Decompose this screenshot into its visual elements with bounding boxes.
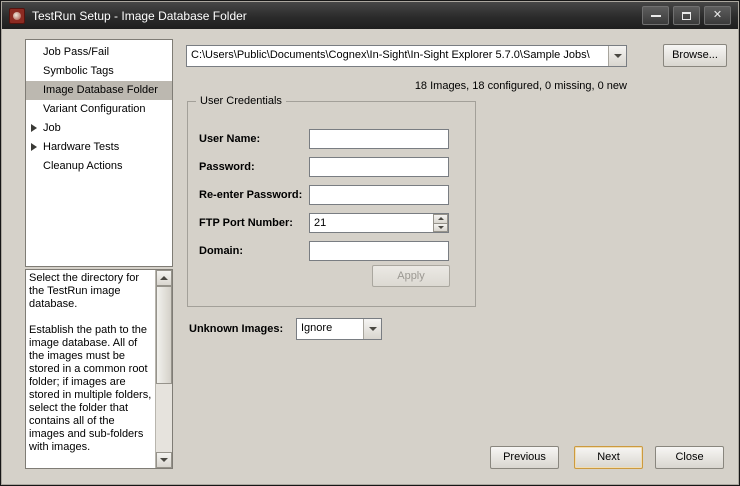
unknown-images-dropdown-button[interactable] — [363, 319, 381, 339]
nav-item-variant-configuration[interactable]: Variant Configuration — [26, 100, 172, 119]
minimize-button[interactable] — [642, 6, 669, 25]
reenter-password-input[interactable] — [309, 185, 449, 205]
scroll-up-button[interactable] — [156, 270, 172, 286]
user-name-row: User Name: — [199, 129, 467, 149]
description-scrollbar[interactable] — [155, 270, 172, 468]
nav-item-label: Job — [43, 122, 61, 134]
browse-button[interactable]: Browse... — [663, 44, 727, 67]
path-dropdown-button[interactable] — [608, 46, 626, 66]
password-label: Password: — [199, 157, 255, 177]
scroll-down-icon — [160, 458, 168, 462]
close-button[interactable]: ✕ — [704, 6, 731, 25]
password-row: Password: — [199, 157, 467, 177]
domain-input[interactable] — [309, 241, 449, 261]
spin-up-button[interactable] — [433, 214, 448, 224]
expand-arrow-icon[interactable] — [31, 124, 37, 132]
image-database-path-combobox[interactable]: C:\Users\Public\Documents\Cognex\In-Sigh… — [186, 45, 627, 67]
description-paragraph: Establish the path to the image database… — [29, 324, 152, 454]
nav-item-label: Symbolic Tags — [43, 65, 114, 77]
unknown-images-value: Ignore — [297, 319, 363, 339]
expand-arrow-icon[interactable] — [31, 143, 37, 151]
reenter-password-row: Re-enter Password: — [199, 185, 467, 205]
minimize-icon — [651, 15, 661, 17]
spin-down-button[interactable] — [433, 224, 448, 233]
ftp-port-label: FTP Port Number: — [199, 213, 293, 233]
maximize-icon — [682, 12, 691, 20]
maximize-button[interactable] — [673, 6, 700, 25]
nav-item-hardware-tests[interactable]: Hardware Tests — [26, 138, 172, 157]
setup-nav-list: Job Pass/Fail Symbolic Tags Image Databa… — [25, 39, 173, 267]
user-name-input[interactable] — [309, 129, 449, 149]
group-title: User Credentials — [196, 94, 286, 108]
ftp-port-input[interactable] — [309, 213, 449, 233]
scroll-down-button[interactable] — [156, 452, 172, 468]
close-icon: ✕ — [713, 10, 722, 21]
image-database-path-value[interactable]: C:\Users\Public\Documents\Cognex\In-Sigh… — [187, 46, 608, 66]
app-icon — [9, 8, 25, 24]
user-credentials-group: User Credentials User Name: Password: Re… — [187, 101, 476, 307]
nav-item-image-database-folder[interactable]: Image Database Folder — [26, 81, 172, 100]
nav-item-label: Variant Configuration — [43, 103, 146, 115]
spin-down-icon — [438, 226, 444, 229]
spin-up-icon — [438, 217, 444, 220]
nav-item-label: Image Database Folder — [43, 84, 158, 96]
nav-item-label: Hardware Tests — [43, 141, 119, 153]
description-paragraph: Select the directory for the TestRun ima… — [29, 272, 152, 311]
window-title: TestRun Setup - Image Database Folder — [32, 9, 247, 23]
nav-item-job-pass-fail[interactable]: Job Pass/Fail — [26, 43, 172, 62]
close-dialog-button[interactable]: Close — [655, 446, 724, 469]
nav-item-symbolic-tags[interactable]: Symbolic Tags — [26, 62, 172, 81]
image-count-status: 18 Images, 18 configured, 0 missing, 0 n… — [186, 80, 627, 92]
user-name-label: User Name: — [199, 129, 260, 149]
unknown-images-dropdown[interactable]: Ignore — [296, 318, 382, 340]
nav-item-label: Cleanup Actions — [43, 160, 123, 172]
domain-label: Domain: — [199, 241, 243, 261]
ftp-port-row: FTP Port Number: — [199, 213, 467, 233]
title-bar: TestRun Setup - Image Database Folder ✕ — [2, 2, 738, 29]
nav-item-job[interactable]: Job — [26, 119, 172, 138]
reenter-password-label: Re-enter Password: — [199, 185, 302, 205]
chevron-down-icon — [614, 54, 622, 58]
description-text: Select the directory for the TestRun ima… — [26, 270, 155, 468]
description-panel: Select the directory for the TestRun ima… — [25, 269, 173, 469]
scrollbar-thumb[interactable] — [156, 286, 172, 384]
password-input[interactable] — [309, 157, 449, 177]
apply-button[interactable]: Apply — [372, 265, 450, 287]
unknown-images-label: Unknown Images: — [189, 318, 283, 340]
previous-button[interactable]: Previous — [490, 446, 559, 469]
next-button[interactable]: Next — [574, 446, 643, 469]
testrun-setup-dialog: TestRun Setup - Image Database Folder ✕ … — [0, 0, 740, 486]
window-controls: ✕ — [642, 6, 731, 25]
nav-item-label: Job Pass/Fail — [43, 46, 109, 58]
domain-row: Domain: — [199, 241, 467, 261]
chevron-down-icon — [369, 327, 377, 331]
ftp-port-spinner — [433, 214, 448, 232]
nav-item-cleanup-actions[interactable]: Cleanup Actions — [26, 157, 172, 176]
scroll-up-icon — [160, 276, 168, 280]
